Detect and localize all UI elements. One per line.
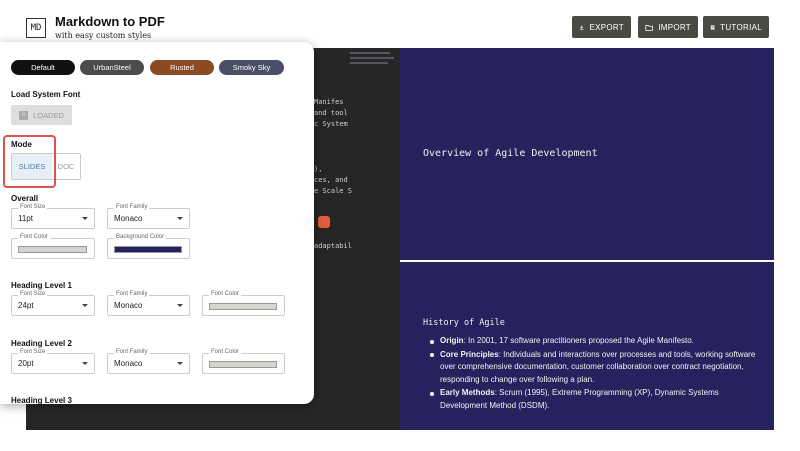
slide-heading: History of Agile xyxy=(423,318,505,328)
color-swatch xyxy=(18,246,87,253)
theme-rusted-button[interactable]: Rusted xyxy=(150,60,214,75)
bullet-list: Origin: In 2001, 17 software practitione… xyxy=(428,335,758,413)
editor-line: and tool xyxy=(314,109,348,117)
heading2-label: Heading Level 2 xyxy=(11,339,72,348)
editor-line: adaptabil xyxy=(314,242,352,250)
chevron-down-icon xyxy=(82,362,88,365)
h1-font-size-select[interactable]: Font Size 24pt xyxy=(11,291,95,316)
pdf-preview: Overview of Agile Development History of… xyxy=(400,48,774,430)
loaded-label: LOADED xyxy=(33,110,64,120)
h2-font-color-picker[interactable]: Font Color xyxy=(202,349,285,374)
app-title: Markdown to PDF xyxy=(55,14,165,29)
editor-line: c System xyxy=(314,120,348,128)
overall-bg-color-picker[interactable]: Background Color xyxy=(107,234,190,259)
editor-line: ), xyxy=(314,165,323,173)
slide-title: Overview of Agile Development xyxy=(423,148,598,159)
overall-font-family-select[interactable]: Font Family Monaco xyxy=(107,204,190,229)
export-label: EXPORT xyxy=(589,22,624,32)
load-font-button[interactable]: A LOADED xyxy=(11,105,72,125)
h2-font-family-select[interactable]: Font Family Monaco xyxy=(107,349,190,374)
import-label: IMPORT xyxy=(658,22,691,32)
app-subtitle: with easy custom styles xyxy=(55,31,152,40)
color-swatch xyxy=(114,246,182,253)
list-item: Origin: In 2001, 17 software practitione… xyxy=(428,335,758,348)
chevron-down-icon xyxy=(177,362,183,365)
document-icon xyxy=(710,24,715,30)
folder-icon xyxy=(645,24,653,31)
download-icon xyxy=(579,24,584,30)
h1-font-color-picker[interactable]: Font Color xyxy=(202,291,285,316)
tutorial-button[interactable]: TUTORIAL xyxy=(703,16,769,38)
style-settings-panel: Default UrbanSteel Rusted Smoky Sky Load… xyxy=(0,42,314,404)
chevron-down-icon xyxy=(82,217,88,220)
chevron-down-icon xyxy=(82,304,88,307)
overall-font-color-picker[interactable]: Font Color xyxy=(11,234,95,259)
overall-label: Overall xyxy=(11,194,39,203)
h1-font-family-select[interactable]: Font Family Monaco xyxy=(107,291,190,316)
editor-line: ces, and xyxy=(314,176,348,184)
load-font-label: Load System Font xyxy=(11,90,81,99)
theme-smoky-sky-button[interactable]: Smoky Sky xyxy=(219,60,284,75)
highlight-outline xyxy=(3,135,56,188)
chevron-down-icon xyxy=(177,217,183,220)
color-swatch xyxy=(209,361,277,368)
editor-line: Manifes xyxy=(314,98,344,106)
font-icon: A xyxy=(19,110,29,120)
h2-font-size-select[interactable]: Font Size 20pt xyxy=(11,349,95,374)
mode-doc-button[interactable]: DOC xyxy=(52,154,80,179)
app-logo: MD xyxy=(26,18,46,38)
color-badge xyxy=(318,216,330,228)
heading1-label: Heading Level 1 xyxy=(11,281,72,290)
slide-2: History of Agile Origin: In 2001, 17 sof… xyxy=(400,262,774,430)
slide-1: Overview of Agile Development xyxy=(400,48,774,260)
list-item: Core Principles: Individuals and interac… xyxy=(428,349,758,387)
app-header: MD Markdown to PDF with easy custom styl… xyxy=(0,0,800,48)
list-item: Early Methods: Scrum (1995), Extreme Pro… xyxy=(428,387,758,412)
theme-default-button[interactable]: Default xyxy=(11,60,75,75)
heading3-label: Heading Level 3 xyxy=(11,396,72,404)
editor-line: e Scale S xyxy=(314,187,352,195)
theme-urbansteel-button[interactable]: UrbanSteel xyxy=(80,60,144,75)
color-swatch xyxy=(209,303,277,310)
tutorial-label: TUTORIAL xyxy=(720,22,762,32)
editor-minimap[interactable] xyxy=(350,52,398,72)
chevron-down-icon xyxy=(177,304,183,307)
import-button[interactable]: IMPORT xyxy=(638,16,698,38)
export-button[interactable]: EXPORT xyxy=(572,16,631,38)
overall-font-size-select[interactable]: Font Size 11pt xyxy=(11,204,95,229)
